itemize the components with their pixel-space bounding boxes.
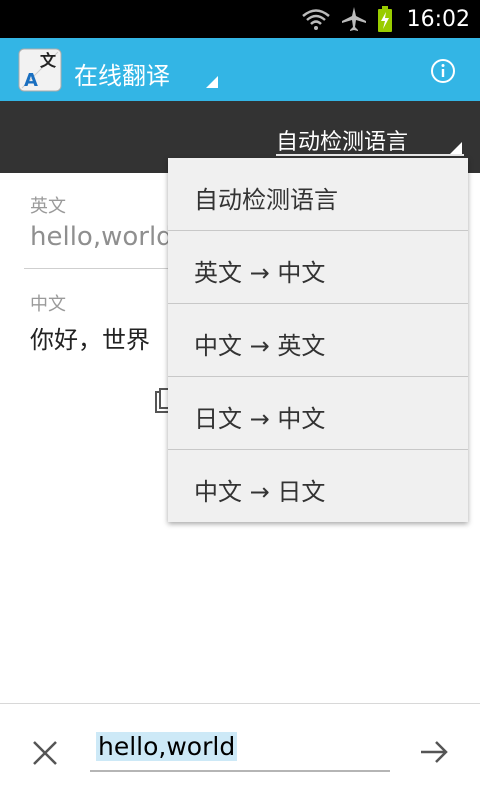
- status-bar: 16:02: [0, 0, 480, 38]
- dropdown-item-label: 日文 → 中文: [194, 405, 326, 433]
- svg-text:文: 文: [40, 51, 57, 70]
- battery-charging-icon: [377, 6, 392, 32]
- text-input[interactable]: hello,world: [90, 730, 390, 772]
- dropdown-item-zh-ja[interactable]: 中文 → 日文: [168, 450, 468, 522]
- language-select-label: 自动检测语言: [276, 130, 409, 155]
- dropdown-item-label: 自动检测语言: [194, 186, 338, 214]
- language-dropdown-menu: 自动检测语言 英文 → 中文 中文 → 英文 日文 → 中文 中文 → 日文: [168, 158, 468, 522]
- app-bar: [0, 38, 480, 101]
- source-text: hello,world: [30, 222, 173, 252]
- text-input-underline: [90, 770, 390, 772]
- app-title[interactable]: 在线翻译: [74, 56, 170, 91]
- arrow-right-icon[interactable]: [418, 736, 450, 768]
- language-select[interactable]: 自动检测语言: [276, 124, 464, 158]
- status-time: 16:02: [406, 6, 470, 32]
- airplane-icon: [341, 7, 366, 31]
- info-icon[interactable]: [430, 58, 456, 84]
- content-divider: [24, 268, 170, 269]
- wifi-icon: [301, 9, 330, 30]
- translate-logo-icon[interactable]: 文 A: [18, 48, 62, 92]
- dropdown-item-zh-en[interactable]: 中文 → 英文: [168, 304, 468, 377]
- source-language-label: 英文: [30, 196, 66, 217]
- language-select-caret-icon: [450, 142, 462, 154]
- dropdown-item-ja-zh[interactable]: 日文 → 中文: [168, 377, 468, 450]
- result-language-label: 中文: [30, 294, 66, 315]
- dropdown-item-auto-detect[interactable]: 自动检测语言: [168, 158, 468, 231]
- dropdown-item-label: 中文 → 英文: [194, 332, 326, 360]
- text-input-value: hello,world: [96, 732, 238, 761]
- dropdown-item-en-zh[interactable]: 英文 → 中文: [168, 231, 468, 304]
- clear-icon[interactable]: [31, 739, 59, 767]
- svg-text:A: A: [24, 70, 38, 91]
- dropdown-item-label: 中文 → 日文: [194, 478, 326, 506]
- language-select-underline: [276, 154, 464, 156]
- dropdown-item-label: 英文 → 中文: [194, 259, 326, 287]
- title-dropdown-caret-icon[interactable]: [206, 76, 218, 88]
- result-text: 你好，世界: [30, 326, 150, 354]
